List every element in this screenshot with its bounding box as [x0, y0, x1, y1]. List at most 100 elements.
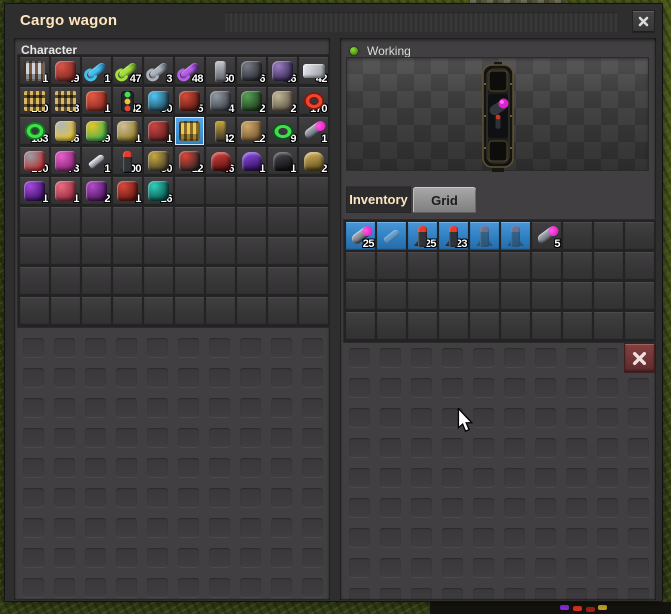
window-drag-handle[interactable] [225, 12, 618, 32]
inventory-slot[interactable] [175, 297, 204, 325]
inventory-slot[interactable]: 1 [20, 177, 49, 205]
inventory-slot[interactable]: 100 [113, 147, 142, 175]
inventory-slot[interactable] [346, 282, 375, 310]
inventory-slot[interactable]: 42 [206, 117, 235, 145]
inventory-slot[interactable]: 1 [237, 147, 266, 175]
inventory-slot[interactable] [268, 267, 297, 295]
inventory-slot[interactable]: 6 [237, 57, 266, 85]
inventory-slot[interactable] [563, 312, 592, 340]
inventory-slot[interactable] [501, 312, 530, 340]
inventory-slot[interactable]: 100 [20, 147, 49, 175]
inventory-slot[interactable] [299, 177, 328, 205]
inventory-slot[interactable]: 23 [439, 222, 468, 250]
inventory-slot[interactable]: 2 [82, 177, 111, 205]
inventory-slot[interactable] [625, 312, 654, 340]
inventory-slot[interactable]: 46 [51, 117, 80, 145]
inventory-slot[interactable]: 1 [113, 117, 142, 145]
inventory-slot[interactable] [206, 297, 235, 325]
inventory-slot[interactable]: 1 [113, 177, 142, 205]
inventory-slot[interactable]: 1 [82, 147, 111, 175]
inventory-slot[interactable] [20, 207, 49, 235]
inventory-slot[interactable] [82, 237, 111, 265]
inventory-slot[interactable]: 49 [82, 117, 111, 145]
inventory-slot[interactable] [377, 222, 406, 250]
inventory-slot[interactable]: 50 [206, 57, 235, 85]
inventory-slot[interactable] [299, 237, 328, 265]
close-button[interactable] [633, 11, 654, 32]
inventory-slot[interactable]: 5 [175, 87, 204, 115]
inventory-slot[interactable] [299, 297, 328, 325]
inventory-slot[interactable] [439, 252, 468, 280]
tab-inventory[interactable]: Inventory [346, 186, 411, 213]
inventory-slot[interactable] [408, 252, 437, 280]
inventory-slot[interactable] [51, 297, 80, 325]
inventory-slot[interactable]: 1 [144, 117, 173, 145]
inventory-slot[interactable] [51, 207, 80, 235]
inventory-slot[interactable] [377, 282, 406, 310]
inventory-slot[interactable]: 1 [268, 147, 297, 175]
inventory-slot[interactable] [501, 282, 530, 310]
inventory-slot[interactable] [377, 312, 406, 340]
inventory-slot[interactable] [563, 252, 592, 280]
inventory-slot[interactable] [532, 252, 561, 280]
inventory-slot[interactable] [594, 252, 623, 280]
inventory-slot[interactable]: 25 [346, 222, 375, 250]
inventory-slot[interactable]: 46 [268, 57, 297, 85]
inventory-slot[interactable] [470, 252, 499, 280]
inventory-slot[interactable]: 2 [299, 147, 328, 175]
inventory-slot[interactable] [82, 267, 111, 295]
inventory-slot[interactable] [237, 207, 266, 235]
inventory-slot[interactable]: 48 [175, 57, 204, 85]
inventory-slot[interactable] [594, 312, 623, 340]
inventory-slot[interactable] [206, 237, 235, 265]
inventory-slot[interactable] [268, 177, 297, 205]
inventory-slot[interactable] [470, 312, 499, 340]
inventory-slot[interactable]: 183 [20, 117, 49, 145]
inventory-slot[interactable] [346, 312, 375, 340]
inventory-slot[interactable]: 2 [237, 87, 266, 115]
inventory-slot[interactable]: 1 [82, 57, 111, 85]
inventory-slot[interactable]: 100 [20, 87, 49, 115]
inventory-slot[interactable] [144, 237, 173, 265]
inventory-slot[interactable] [563, 282, 592, 310]
inventory-slot[interactable]: 42 [299, 57, 328, 85]
inventory-slot[interactable] [113, 207, 142, 235]
inventory-slot[interactable] [144, 207, 173, 235]
inventory-slot[interactable]: 73 [51, 147, 80, 175]
inventory-slot[interactable] [625, 282, 654, 310]
inventory-slot[interactable] [594, 282, 623, 310]
inventory-slot[interactable]: 26 [144, 177, 173, 205]
inventory-slot[interactable] [501, 222, 530, 250]
inventory-slot[interactable]: 50 [144, 87, 173, 115]
inventory-slot[interactable] [51, 237, 80, 265]
inventory-slot[interactable]: 50 [144, 147, 173, 175]
inventory-slot[interactable] [144, 297, 173, 325]
inventory-slot[interactable] [532, 312, 561, 340]
inventory-slot[interactable] [501, 252, 530, 280]
inventory-slot[interactable] [237, 177, 266, 205]
inventory-slot[interactable] [268, 297, 297, 325]
inventory-slot[interactable]: 1 [299, 117, 328, 145]
inventory-slot[interactable] [594, 222, 623, 250]
inventory-slot[interactable] [175, 117, 204, 145]
inventory-slot[interactable] [113, 237, 142, 265]
inventory-slot[interactable]: 12 [175, 147, 204, 175]
inventory-slot[interactable]: 12 [237, 117, 266, 145]
inventory-slot[interactable] [439, 282, 468, 310]
inventory-slot[interactable]: 46 [206, 147, 235, 175]
inventory-slot[interactable] [237, 237, 266, 265]
inventory-slot[interactable]: 2 [268, 87, 297, 115]
inventory-slot[interactable]: 25 [408, 222, 437, 250]
inventory-slot[interactable] [113, 267, 142, 295]
inventory-slot[interactable]: 9 [268, 117, 297, 145]
inventory-slot[interactable] [268, 237, 297, 265]
inventory-slot[interactable] [206, 177, 235, 205]
inventory-slot[interactable] [20, 297, 49, 325]
inventory-slot[interactable] [299, 207, 328, 235]
inventory-slot[interactable]: 4 [206, 87, 235, 115]
inventory-slot[interactable] [82, 297, 111, 325]
inventory-slot[interactable] [82, 207, 111, 235]
inventory-limit-button[interactable] [625, 344, 654, 372]
inventory-slot[interactable]: 1 [20, 57, 49, 85]
inventory-slot[interactable] [299, 267, 328, 295]
